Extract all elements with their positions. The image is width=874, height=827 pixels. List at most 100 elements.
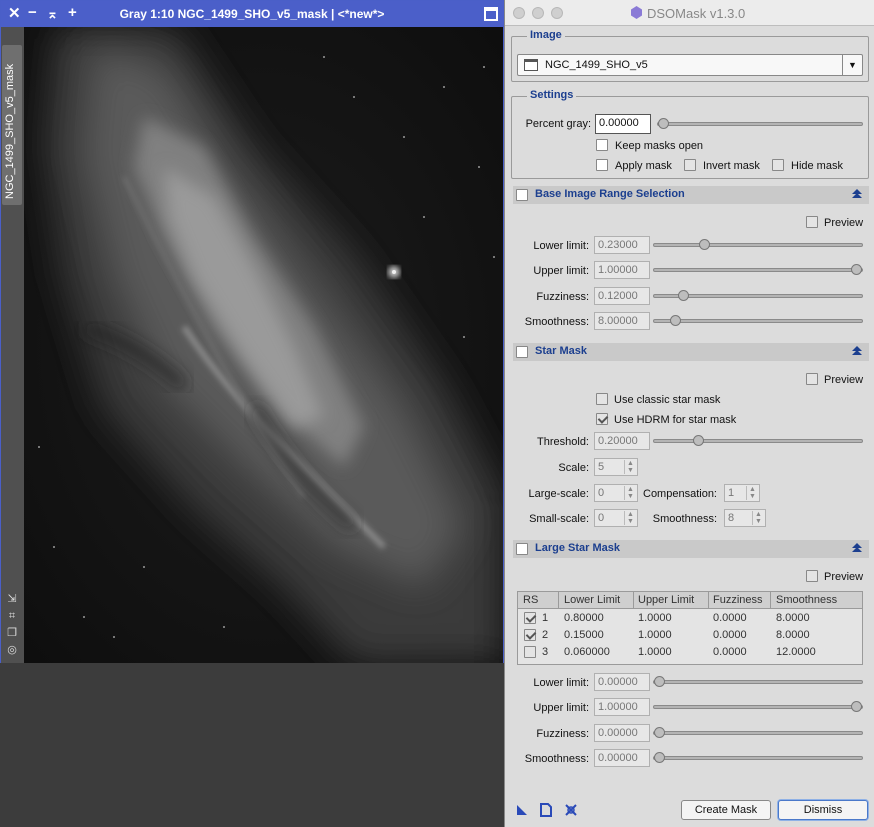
image-window-title-bar[interactable]: ✕ − ⌅ + Gray 1:10 NGC_1499_SHO_v5_mask |… xyxy=(1,1,503,27)
close-button[interactable] xyxy=(513,7,525,19)
large-star-mask-enable-checkbox[interactable] xyxy=(516,543,528,555)
spinner-arrows-icon[interactable]: ▲ ▼ xyxy=(624,486,636,500)
star-mask-enable-checkbox[interactable] xyxy=(516,346,528,358)
target-icon[interactable]: ◎ xyxy=(5,643,19,657)
small-scale-spinbox[interactable]: 0 ▲ ▼ xyxy=(594,509,638,527)
ls-smoothness-input[interactable]: 0.00000 xyxy=(594,749,650,767)
base-range-preview-checkbox[interactable] xyxy=(806,216,818,228)
app-logo-icon xyxy=(631,6,642,19)
collapse-icon[interactable] xyxy=(851,188,863,200)
spinner-arrows-icon[interactable]: ▲ ▼ xyxy=(752,511,764,525)
threshold-slider[interactable] xyxy=(653,435,863,446)
rs-table-header: RS Lower Limit Upper Limit Fuzziness Smo… xyxy=(518,592,862,609)
star-smoothness-spinbox[interactable]: 8 ▲ ▼ xyxy=(724,509,766,527)
apply-mask-checkbox[interactable] xyxy=(596,159,608,171)
collapse-icon[interactable] xyxy=(851,345,863,357)
hide-mask-checkbox[interactable] xyxy=(772,159,784,171)
base-upper-limit-slider[interactable] xyxy=(653,264,863,275)
image-select[interactable]: NGC_1499_SHO_v5 ▼ xyxy=(517,54,863,76)
ls-upper-limit-label: Upper limit: xyxy=(533,702,589,714)
rs-cell: 3 xyxy=(542,646,549,658)
ls-smoothness-handle[interactable] xyxy=(654,752,665,763)
spinner-arrows-icon[interactable]: ▲ ▼ xyxy=(624,460,636,474)
base-smoothness-slider[interactable] xyxy=(653,315,863,326)
smooth-cell: 8.0000 xyxy=(776,629,810,641)
large-star-mask-section-header[interactable]: Large Star Mask xyxy=(513,540,869,558)
document-icon[interactable] xyxy=(539,803,553,817)
expand-icon[interactable]: ⇲ xyxy=(5,592,19,606)
create-mask-button[interactable]: Create Mask xyxy=(681,800,771,820)
rs-row-checkbox[interactable] xyxy=(524,646,536,658)
table-row[interactable]: 2 0.15000 1.0000 0.0000 8.0000 xyxy=(518,628,862,644)
maximize-icon[interactable] xyxy=(484,7,498,21)
base-lower-limit-slider[interactable] xyxy=(653,239,863,250)
scale-spinbox[interactable]: 5 ▲ ▼ xyxy=(594,458,638,476)
col-smoothness: Smoothness xyxy=(776,594,838,606)
ls-upper-limit-handle[interactable] xyxy=(851,701,862,712)
dismiss-button[interactable]: Dismiss xyxy=(778,800,868,820)
chevron-down-icon[interactable]: ▼ xyxy=(842,55,862,75)
star-mask-preview-checkbox[interactable] xyxy=(806,373,818,385)
base-upper-limit-input[interactable]: 1.00000 xyxy=(594,261,650,279)
scale-value: 5 xyxy=(598,461,605,473)
hdrm-star-mask-checkbox[interactable] xyxy=(596,413,608,425)
base-range-section-header[interactable]: Base Image Range Selection xyxy=(513,186,869,204)
col-rs: RS xyxy=(523,594,539,606)
large-star-mask-preview-checkbox[interactable] xyxy=(806,570,818,582)
base-fuzziness-input[interactable]: 0.12000 xyxy=(594,287,650,305)
zoom-button[interactable] xyxy=(551,7,563,19)
percent-gray-slider[interactable] xyxy=(657,118,863,129)
hdrm-star-mask-label: Use HDRM for star mask xyxy=(614,414,737,426)
base-smoothness-handle[interactable] xyxy=(669,315,681,326)
new-instance-icon[interactable] xyxy=(515,803,529,817)
copy-icon[interactable]: ❐ xyxy=(5,626,19,640)
fit-icon[interactable]: ⌗ xyxy=(5,609,19,623)
rs-table[interactable]: RS Lower Limit Upper Limit Fuzziness Smo… xyxy=(517,591,863,665)
ls-fuzziness-handle[interactable] xyxy=(654,727,665,738)
mask-image-view[interactable] xyxy=(24,27,503,663)
minimize-button[interactable] xyxy=(532,7,544,19)
table-row[interactable]: 3 0.060000 1.0000 0.0000 12.0000 xyxy=(518,645,862,661)
ls-upper-limit-input[interactable]: 1.00000 xyxy=(594,698,650,716)
spinner-arrows-icon[interactable]: ▲ ▼ xyxy=(624,511,636,525)
threshold-input[interactable]: 0.20000 xyxy=(594,432,650,450)
keep-masks-open-checkbox[interactable] xyxy=(596,139,608,151)
base-fuzziness-slider[interactable] xyxy=(653,290,863,301)
base-fuzziness-handle[interactable] xyxy=(677,290,689,301)
base-upper-limit-handle[interactable] xyxy=(851,264,862,275)
invert-mask-checkbox[interactable] xyxy=(684,159,696,171)
fuzz-cell: 0.0000 xyxy=(713,629,747,641)
lower-cell: 0.060000 xyxy=(564,646,610,658)
ls-smoothness-slider[interactable] xyxy=(653,752,863,763)
dialog-title-bar[interactable]: DSOMask v1.3.0 xyxy=(505,0,874,26)
base-range-enable-checkbox[interactable] xyxy=(516,189,528,201)
compensation-spinbox[interactable]: 1 ▲ ▼ xyxy=(724,484,760,502)
large-scale-spinbox[interactable]: 0 ▲ ▼ xyxy=(594,484,638,502)
lower-cell: 0.80000 xyxy=(564,612,604,624)
base-lower-limit-input[interactable]: 0.23000 xyxy=(594,236,650,254)
compensation-value: 1 xyxy=(728,487,735,499)
ls-fuzziness-input[interactable]: 0.00000 xyxy=(594,724,650,742)
rs-row-checkbox[interactable] xyxy=(524,629,536,641)
base-lower-limit-handle[interactable] xyxy=(699,239,711,250)
base-smoothness-input[interactable]: 8.00000 xyxy=(594,312,650,330)
ls-lower-limit-slider[interactable] xyxy=(653,676,863,687)
ls-fuzziness-slider[interactable] xyxy=(653,727,863,738)
reset-icon[interactable] xyxy=(564,803,578,817)
col-lower-limit: Lower Limit xyxy=(564,594,621,606)
ls-upper-limit-slider[interactable] xyxy=(653,701,863,712)
percent-gray-slider-handle[interactable] xyxy=(658,118,669,129)
percent-gray-input[interactable]: 0.00000 xyxy=(595,114,651,134)
star-mask-section-header[interactable]: Star Mask xyxy=(513,343,869,361)
scale-label: Scale: xyxy=(558,462,589,474)
spinner-arrows-icon[interactable]: ▲ ▼ xyxy=(746,486,758,500)
threshold-handle[interactable] xyxy=(693,435,705,446)
large-scale-value: 0 xyxy=(598,487,605,499)
ls-lower-limit-handle[interactable] xyxy=(654,676,665,687)
upper-cell: 1.0000 xyxy=(638,629,672,641)
ls-lower-limit-input[interactable]: 0.00000 xyxy=(594,673,650,691)
rs-row-checkbox[interactable] xyxy=(524,612,536,624)
classic-star-mask-checkbox[interactable] xyxy=(596,393,608,405)
table-row[interactable]: 1 0.80000 1.0000 0.0000 8.0000 xyxy=(518,611,862,627)
collapse-icon[interactable] xyxy=(851,542,863,554)
